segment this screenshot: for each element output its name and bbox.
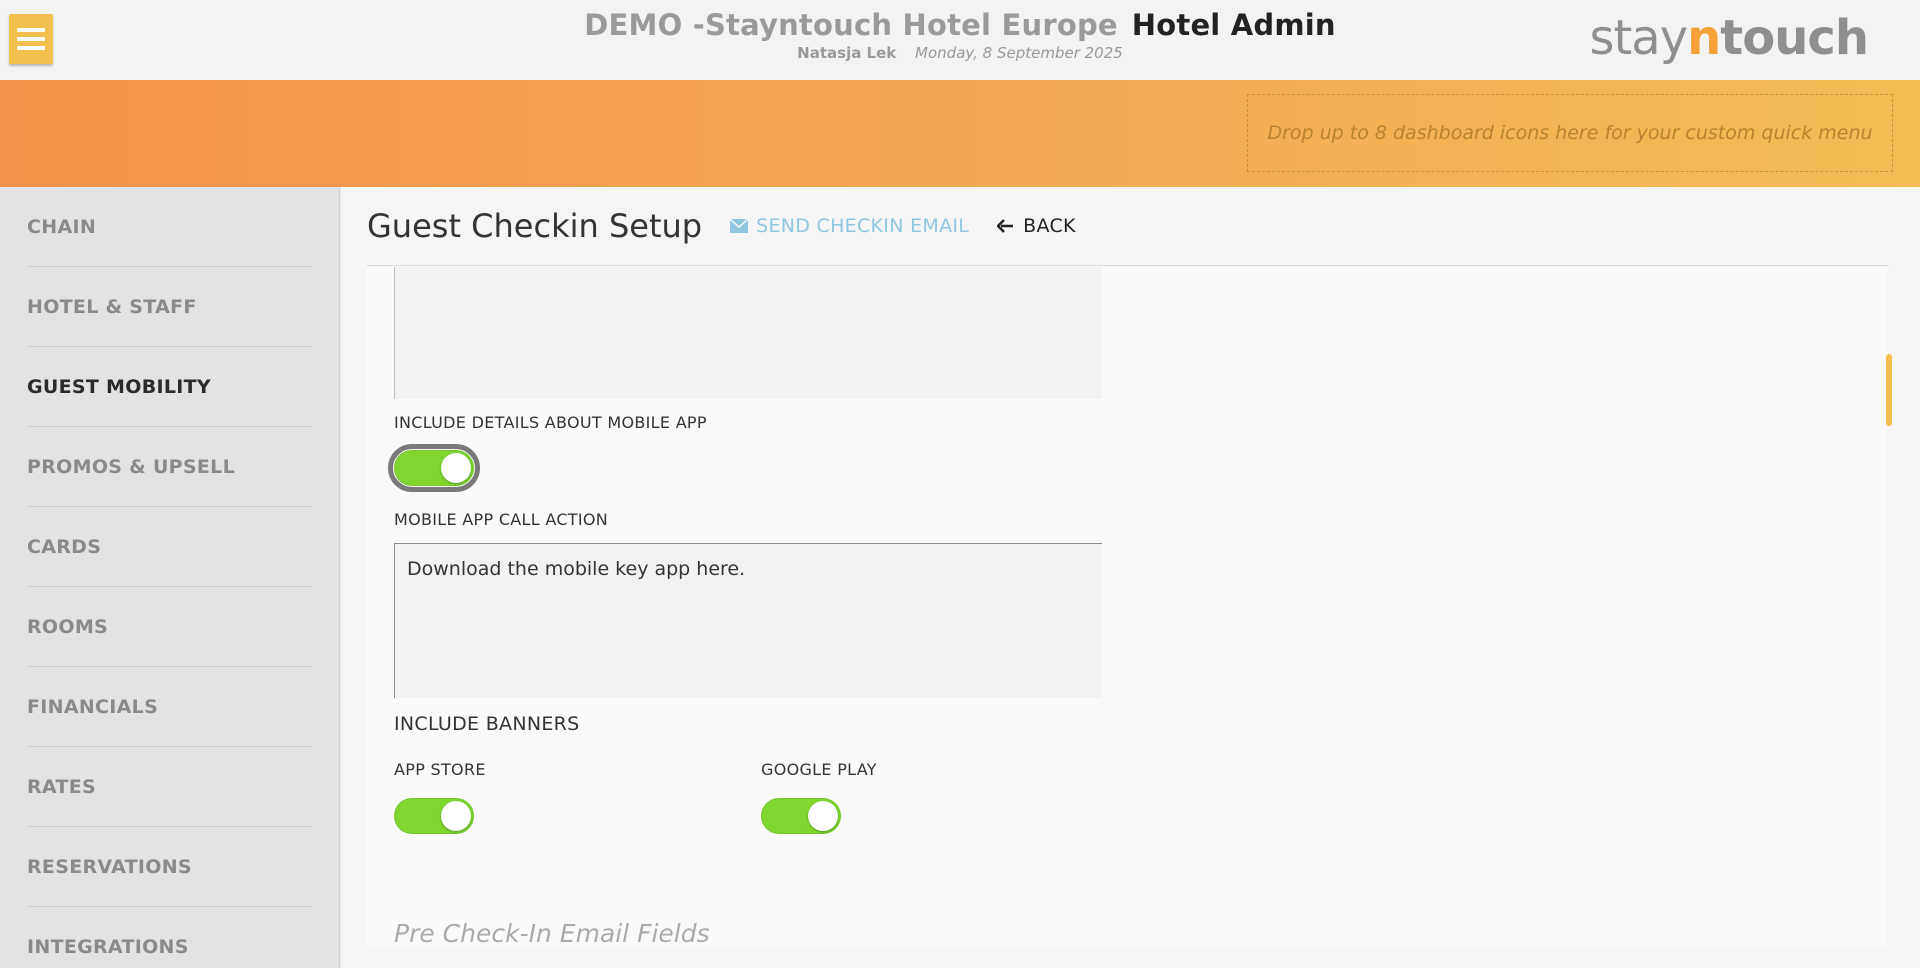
sidebar-item-rates[interactable]: RATES — [27, 747, 312, 827]
include-banners-heading: INCLUDE BANNERS — [394, 713, 580, 735]
app-store-toggle[interactable] — [394, 798, 474, 834]
sidebar-item-financials[interactable]: FINANCIALS — [27, 667, 312, 747]
page-header: Guest Checkin Setup SEND CHECKIN EMAIL B… — [367, 187, 1889, 266]
sidebar-nav: CHAIN HOTEL & STAFF GUEST MOBILITY PROMO… — [0, 187, 369, 968]
envelope-icon — [730, 219, 749, 233]
previous-textarea[interactable] — [394, 267, 1102, 399]
main-panel: Guest Checkin Setup SEND CHECKIN EMAIL B… — [341, 187, 1920, 968]
arrow-left-icon — [997, 219, 1014, 233]
back-button[interactable]: BACK — [997, 215, 1076, 237]
include-mobile-app-label: INCLUDE DETAILS ABOUT MOBILE APP — [394, 413, 707, 432]
form-content: INCLUDE DETAILS ABOUT MOBILE APP MOBILE … — [367, 267, 1887, 947]
sidebar-item-reservations[interactable]: RESERVATIONS — [27, 827, 312, 907]
quick-menu-banner: Drop up to 8 dashboard icons here for yo… — [0, 80, 1920, 187]
sidebar-item-guest-mobility[interactable]: GUEST MOBILITY — [27, 347, 369, 427]
top-header: DEMO -Stayntouch Hotel Europe Hotel Admin… — [0, 0, 1920, 80]
app-title: Hotel Admin — [1131, 8, 1336, 42]
page-title: Guest Checkin Setup — [367, 207, 703, 245]
toggle-knob — [808, 801, 838, 831]
logo-text-n: n — [1687, 10, 1721, 66]
current-date: Monday, 8 September 2025 — [915, 44, 1123, 62]
sidebar-item-cards[interactable]: CARDS — [27, 507, 312, 587]
google-play-label: GOOGLE PLAY — [761, 760, 877, 779]
sidebar-item-rooms[interactable]: ROOMS — [27, 587, 312, 667]
sidebar-item-promos-upsell[interactable]: PROMOS & UPSELL — [27, 427, 312, 507]
mobile-app-call-action-label: MOBILE APP CALL ACTION — [394, 510, 609, 529]
content-scrollbar[interactable] — [1886, 354, 1892, 426]
send-checkin-email-button[interactable]: SEND CHECKIN EMAIL — [730, 215, 969, 237]
toggle-knob — [441, 801, 471, 831]
toggle-knob — [441, 453, 471, 483]
sidebar: CHAIN HOTEL & STAFF GUEST MOBILITY PROMO… — [0, 187, 369, 968]
stayntouch-logo: stayntouch — [1589, 10, 1869, 66]
send-checkin-email-label: SEND CHECKIN EMAIL — [756, 215, 970, 237]
sidebar-item-hotel-staff[interactable]: HOTEL & STAFF — [27, 267, 312, 347]
logo-text-stay: stay — [1589, 10, 1688, 66]
pre-checkin-email-fields-heading: Pre Check-In Email Fields — [394, 919, 710, 947]
back-label: BACK — [1023, 215, 1076, 237]
sidebar-item-integrations[interactable]: INTEGRATIONS — [27, 907, 312, 968]
hotel-name: DEMO -Stayntouch Hotel Europe — [584, 8, 1118, 42]
user-name: Natasja Lek — [797, 44, 897, 62]
sidebar-item-chain[interactable]: CHAIN — [27, 187, 312, 267]
include-mobile-app-toggle[interactable] — [388, 444, 480, 492]
logo-text-touch: touch — [1720, 10, 1869, 66]
quick-menu-dropzone[interactable]: Drop up to 8 dashboard icons here for yo… — [1247, 94, 1893, 172]
google-play-toggle[interactable] — [761, 798, 841, 834]
app-store-label: APP STORE — [394, 760, 486, 779]
mobile-app-call-action-input[interactable]: Download the mobile key app here. — [394, 543, 1102, 698]
